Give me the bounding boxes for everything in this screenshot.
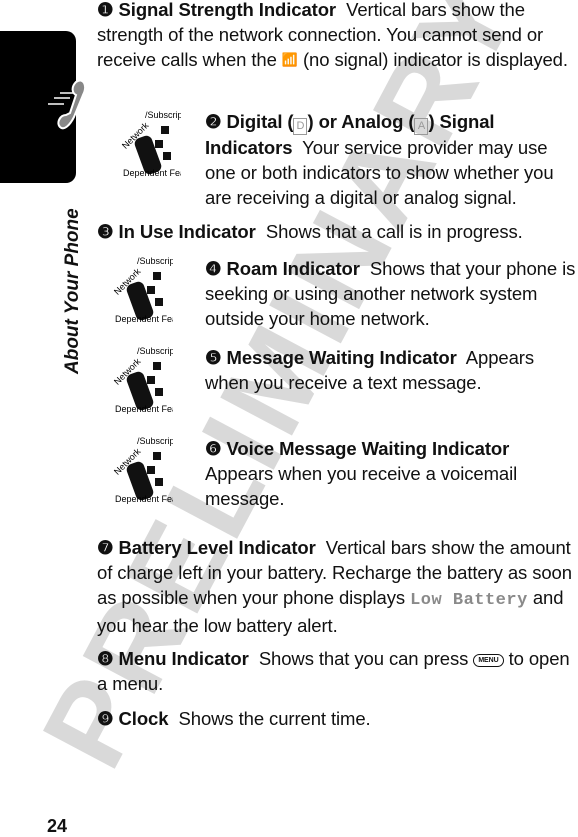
svg-text:Dependent Feature: Dependent Feature [123,168,181,178]
item-title: Signal Strength Indicator [118,0,337,20]
item-title: Message Waiting Indicator [226,347,457,368]
network-feature-icon: Network /Subscription Dependent Feature [120,110,181,178]
svg-text:Dependent Feature: Dependent Feature [115,314,173,324]
svg-text:Dependent Feature: Dependent Feature [115,404,173,414]
item-voice-message: ❻ Voice Message Waiting Indicator Appear… [205,438,518,509]
svg-text:/Subscription: /Subscription [145,110,181,120]
svg-text:/Subscription: /Subscription [137,346,173,356]
item-clock: ❾ Clock Shows the current time. [97,708,371,729]
item-message-waiting: ❺ Message Waiting Indicator Appears when… [205,347,534,393]
item-battery-level: ❼ Battery Level Indicator Vertical bars … [97,537,572,636]
no-signal-icon: 📶 [281,52,298,67]
item-signal-strength: ❶ Signal Strength Indicator Vertical bar… [97,0,568,70]
network-feature-icon: Network /Subscription Dependent Feature [112,346,173,414]
digital-indicator-icon: D [293,118,308,135]
menu-key-icon: MENU [473,654,504,667]
item-digital-analog: ❷ Digital (D) or Analog (A) Signal Indic… [205,111,554,208]
svg-text:/Subscription: /Subscription [137,436,173,446]
svg-text:Dependent Feature: Dependent Feature [115,494,173,504]
phone-handset-icon [48,79,86,130]
network-feature-icon: Network /Subscription Dependent Feature [112,436,173,504]
item-title: Clock [118,708,169,729]
display-text-low-battery: Low Battery [410,591,528,610]
svg-text:/Subscription: /Subscription [137,256,173,266]
item-title: In Use Indicator [118,221,256,242]
item-roam: ❹ Roam Indicator Shows that your phone i… [205,258,576,329]
analog-indicator-icon: A [414,118,429,135]
section-title: About Your Phone [62,208,83,374]
network-feature-icon: Network /Subscription Dependent Feature [112,256,173,324]
item-title: Voice Message Waiting Indicator [226,438,510,459]
item-menu: ❽ Menu Indicator Shows that you can pres… [97,648,570,694]
page-number: 24 [47,816,68,836]
item-title: Roam Indicator [226,258,360,279]
item-title: Menu Indicator [118,648,249,669]
item-title: Battery Level Indicator [118,537,316,558]
item-in-use: ❸ In Use Indicator Shows that a call is … [97,221,523,242]
